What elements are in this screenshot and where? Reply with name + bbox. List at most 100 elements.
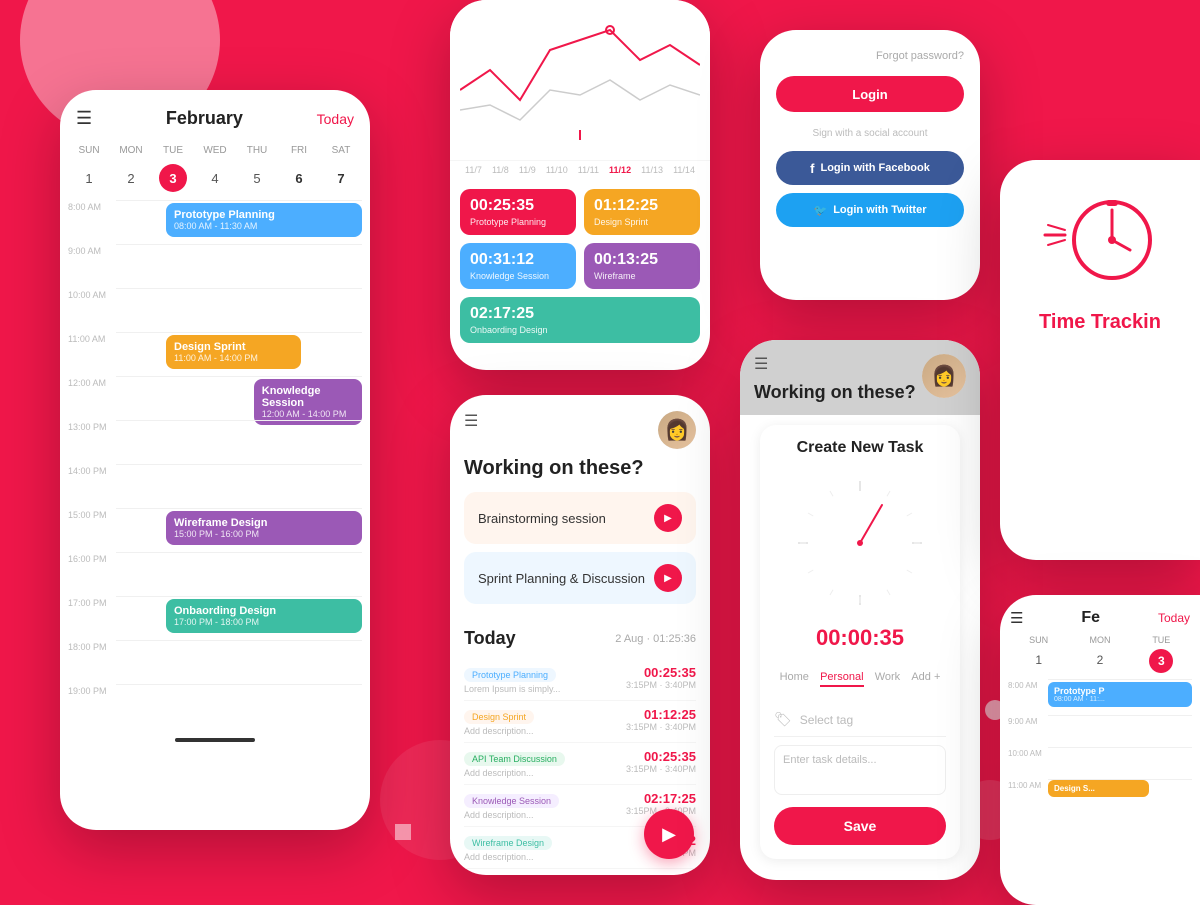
today-item-3[interactable]: API Team Discussion Add description... 0… — [464, 743, 696, 785]
facebook-login-button[interactable]: f Login with Facebook — [776, 151, 964, 185]
working-title: Working on these? — [450, 457, 710, 492]
line-chart — [460, 10, 700, 150]
tab-work[interactable]: Work — [875, 671, 900, 687]
today-desc: Add description... — [464, 768, 616, 778]
tab-personal[interactable]: Personal — [820, 671, 863, 687]
event-mini-title: Prototype P — [1054, 686, 1186, 696]
time-block-design[interactable]: 01:12:25 Design Sprint — [584, 189, 700, 235]
task-details-input[interactable]: Enter task details... — [774, 745, 946, 795]
event-mini-prototype[interactable]: Prototype P 08:00 AM · 11:... — [1048, 682, 1192, 707]
cal-date-2[interactable]: 2 — [117, 164, 145, 192]
today-time-val: 00:25:35 — [626, 749, 696, 764]
tab-add[interactable]: Add + — [911, 671, 940, 687]
today-btn-mini[interactable]: Today — [1158, 611, 1190, 625]
event-prototype-planning[interactable]: Prototype Planning 08:00 AM - 11:30 AM — [166, 203, 362, 237]
cal-date-mini-2[interactable]: 2 — [1069, 649, 1130, 673]
task-working-title: Working on these? — [754, 382, 916, 403]
event-mini-time: 08:00 AM · 11:... — [1054, 696, 1186, 703]
cal-date-1[interactable]: 1 — [75, 164, 103, 192]
time-mini-9am: 9:00 AM — [1008, 715, 1048, 726]
today-header: Today 2 Aug · 01:25:36 — [464, 628, 696, 649]
today-time-val: 01:12:25 — [626, 707, 696, 722]
home-indicator — [175, 738, 255, 742]
cal-date-mini-3-active[interactable]: 3 — [1149, 649, 1173, 673]
time-mini-11am: 11:00 AM — [1008, 779, 1048, 790]
event-wireframe[interactable]: Wireframe Design 15:00 PM - 16:00 PM — [166, 511, 362, 545]
time-block-label: Knowledge Session — [470, 271, 566, 281]
event-knowledge-session[interactable]: Knowledge Session 12:00 AM - 14:00 PM — [254, 379, 362, 425]
tracking-label: Trackin — [1091, 311, 1161, 333]
day-sun-mini: SUN — [1008, 635, 1069, 645]
time-row-16pm: 16:00 PM — [68, 552, 362, 596]
today-tag: Prototype Planning — [464, 668, 556, 682]
select-tag-label[interactable]: Select tag — [800, 713, 853, 727]
twitter-login-button[interactable]: 🐦 Login with Twitter — [776, 193, 964, 227]
time-tracking-label: Time Trackin — [1039, 311, 1161, 334]
play-button[interactable]: ▶ — [654, 504, 682, 532]
chart-date-1[interactable]: 11/7 — [465, 165, 482, 175]
tag-icon: 🏷 — [774, 711, 792, 728]
forgot-password-link[interactable]: Forgot password? — [776, 50, 964, 62]
hamburger-icon[interactable]: ☰ — [464, 411, 478, 431]
chart-date-7[interactable]: 11/13 — [641, 165, 663, 175]
task-tabs: Home Personal Work Add + — [774, 663, 946, 695]
phone-login: Forgot password? Login Sign with a socia… — [760, 30, 980, 300]
save-button[interactable]: Save — [774, 807, 946, 845]
event-onboarding[interactable]: Onbaording Design 17:00 PM - 18:00 PM — [166, 599, 362, 633]
event-mini-design[interactable]: Design S... — [1048, 780, 1149, 797]
login-button[interactable]: Login — [776, 76, 964, 112]
time-label-15pm: 15:00 PM — [68, 508, 116, 520]
time-row-15pm: 15:00 PM Wireframe Design 15:00 PM - 16:… — [68, 508, 362, 552]
hamburger-icon[interactable]: ☰ — [76, 108, 92, 129]
tab-home[interactable]: Home — [780, 671, 809, 687]
today-item-1[interactable]: Prototype Planning Lorem Ipsum is simply… — [464, 659, 696, 701]
task-card-brainstorming[interactable]: Brainstorming session ▶ — [464, 492, 696, 544]
task-name: Sprint Planning & Discussion — [478, 571, 645, 586]
time-block-value: 00:13:25 — [594, 251, 690, 269]
time-block-knowledge[interactable]: 00:31:12 Knowledge Session — [460, 243, 576, 289]
tag-input-row: 🏷 Select tag — [774, 703, 946, 737]
chart-date-3[interactable]: 11/9 — [519, 165, 536, 175]
time-label-14pm: 14:00 PM — [68, 464, 116, 476]
cal-date-5[interactable]: 5 — [243, 164, 271, 192]
cal-date-7[interactable]: 7 — [327, 164, 355, 192]
time-block-wireframe[interactable]: 00:13:25 Wireframe — [584, 243, 700, 289]
chart-date-2[interactable]: 11/8 — [492, 165, 509, 175]
time-label-13pm: 13:00 PM — [68, 420, 116, 432]
twitter-icon: 🐦 — [814, 204, 828, 217]
hamburger-icon[interactable]: ☰ — [1010, 609, 1023, 627]
chart-area — [450, 0, 710, 160]
hamburger-icon[interactable]: ☰ — [754, 356, 768, 373]
today-time-range: 3:15PM · 3:40PM — [626, 680, 696, 690]
today-button[interactable]: Today — [317, 111, 354, 127]
task-details-placeholder: Enter task details... — [783, 754, 877, 766]
chart-date-6[interactable]: 11/12 — [609, 165, 631, 175]
timer-seconds: :35 — [872, 625, 904, 650]
cal-date-6[interactable]: 6 — [285, 164, 313, 192]
time-block-value: 00:25:35 — [470, 197, 566, 215]
time-block-onboarding[interactable]: 02:17:25 Onbaording Design — [460, 297, 700, 343]
cal-date-3[interactable]: 3 — [159, 164, 187, 192]
time-label-18pm: 18:00 PM — [68, 640, 116, 652]
today-time-val: 00:25:35 — [626, 665, 696, 680]
cal-date-mini-1[interactable]: 1 — [1008, 649, 1069, 673]
event-design-sprint[interactable]: Design Sprint 11:00 AM - 14:00 PM — [166, 335, 301, 369]
time-label-8am: 8:00 AM — [68, 200, 116, 212]
facebook-icon: f — [810, 161, 814, 176]
chart-date-5[interactable]: 11/11 — [578, 165, 599, 175]
play-button[interactable]: ▶ — [654, 564, 682, 592]
day-sun: SUN — [68, 141, 110, 160]
time-row-19pm: 19:00 PM — [68, 684, 362, 728]
cal-date-4[interactable]: 4 — [201, 164, 229, 192]
today-item-2[interactable]: Design Sprint Add description... 01:12:2… — [464, 701, 696, 743]
phone-create-task: ☰ Working on these? Create New Task — [740, 340, 980, 880]
task-card-sprint[interactable]: Sprint Planning & Discussion ▶ — [464, 552, 696, 604]
day-sat: SAT — [320, 141, 362, 160]
chart-date-4[interactable]: 11/10 — [546, 165, 568, 175]
phone-time-tracking: Time Trackin — [1000, 160, 1200, 560]
time-block-prototype[interactable]: 00:25:35 Prototype Planning — [460, 189, 576, 235]
time-block-label: Design Sprint — [594, 217, 690, 227]
chart-date-8[interactable]: 11/14 — [673, 165, 695, 175]
today-tag: API Team Discussion — [464, 752, 565, 766]
big-play-button[interactable]: ▶ — [644, 809, 694, 859]
